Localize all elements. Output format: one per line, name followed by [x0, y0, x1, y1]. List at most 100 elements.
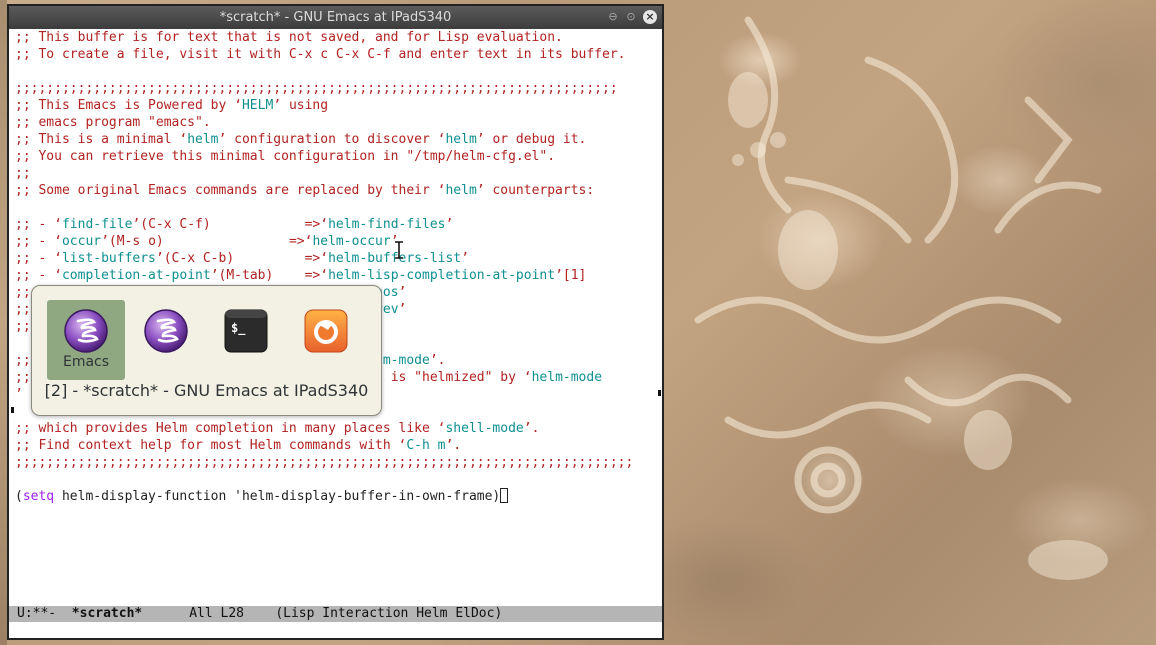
buffer-line: ;; Some original Emacs commands are repl… [15, 182, 658, 199]
wallpaper-edge [0, 0, 7, 645]
helm-keyword: helm-lisp-completion-at-point [328, 268, 556, 283]
lisp-keyword: setq [22, 489, 55, 504]
window-title: *scratch* - GNU Emacs at IPadS340 [219, 10, 452, 25]
buffer-line: ;;;;;;;;;;;;;;;;;;;;;;;;;;;;;;;;;;;;;;;;… [15, 454, 658, 471]
truncation-fringe-marker [658, 390, 661, 396]
buffer-text: ’(M-tab) =>‘ [210, 268, 329, 283]
buffer-text: ’ [398, 285, 407, 300]
modeline-modes: (Lisp Interaction Helm ElDoc) [275, 606, 503, 621]
buffer-text: ’ [398, 302, 407, 317]
buffer-text: ;; This Emacs is Powered by ‘ [15, 98, 242, 113]
buffer-text: ;; To create a file, visit it with C-x c… [15, 47, 626, 62]
switcher-app-emacs-2[interactable] [127, 300, 205, 380]
buffer-line: ;; [15, 165, 658, 182]
buffer-text: ;; This is a minimal ‘ [15, 132, 188, 147]
helm-keyword: HELM [241, 98, 274, 113]
buffer-text: ’ [15, 387, 23, 402]
buffer-text: ’(M-s o) =>‘ [101, 234, 313, 249]
window-titlebar[interactable]: *scratch* - GNU Emacs at IPadS340 ⊖ ⊙ × [9, 6, 662, 29]
buffer-text: helm-display-function 'helm-display-buff… [54, 489, 501, 504]
svg-text:$_: $_ [231, 321, 246, 336]
buffer-text: ’ is "helmized" by ‘ [375, 370, 532, 385]
buffer-text: ’ or debug it. [476, 132, 587, 147]
buffer-text: ’. [445, 438, 462, 453]
app-switcher-popup[interactable]: Emacs $_ [2] - *scratch* - GNU Emacs at … [31, 285, 382, 416]
buffer-line [15, 471, 658, 488]
modeline-position: All L28 [142, 606, 276, 621]
buffer-text: ;; which provides Helm completion in man… [15, 421, 446, 436]
buffer-line: ;;;;;;;;;;;;;;;;;;;;;;;;;;;;;;;;;;;;;;;;… [15, 80, 658, 97]
buffer-text: ;; - ‘ [15, 217, 62, 232]
helm-keyword: helm-occur [312, 234, 391, 249]
helm-keyword: list-buffers [61, 251, 156, 266]
switcher-app-firefox[interactable] [287, 300, 365, 380]
modeline-status: U:**- [17, 606, 72, 621]
minibuffer[interactable] [9, 622, 662, 638]
buffer-text: ( [15, 489, 23, 504]
buffer-text: ;; [15, 166, 31, 181]
buffer-line [15, 199, 658, 216]
helm-keyword: helm [187, 132, 219, 147]
buffer-line: ;; To create a file, visit it with C-x c… [15, 46, 658, 63]
switcher-app-label: Emacs [62, 354, 110, 370]
buffer-line: ;; emacs program "emacs". [15, 114, 658, 131]
buffer-text: ;;;;;;;;;;;;;;;;;;;;;;;;;;;;;;;;;;;;;;;;… [15, 81, 618, 96]
switcher-window-title: [2] - *scratch* - GNU Emacs at IPadS340 [44, 381, 369, 400]
emacs-icon [144, 309, 188, 353]
helm-keyword: occur [61, 234, 102, 249]
modeline-buffer-name: *scratch* [71, 606, 143, 621]
buffer-text: ’. [523, 421, 540, 436]
buffer-text: ’ counterparts: [476, 183, 595, 198]
buffer-line: ;; This is a minimal ‘helm’ configuratio… [15, 131, 658, 148]
petroglyph-art [694, 16, 1108, 580]
minimize-icon[interactable]: ⊖ [606, 10, 620, 24]
helm-keyword: helm-find-files [328, 217, 446, 232]
text-cursor [500, 488, 509, 503]
buffer-text: ;; - ‘ [15, 234, 62, 249]
buffer-text: ;; Some original Emacs commands are repl… [15, 183, 446, 198]
buffer-line: ;; You can retrieve this minimal configu… [15, 148, 658, 165]
buffer-line: (setq helm-display-function 'helm-displa… [15, 488, 658, 505]
buffer-text: ’ using [273, 98, 329, 113]
buffer-text: ;;;;;;;;;;;;;;;;;;;;;;;;;;;;;;;;;;;;;;;;… [15, 455, 634, 470]
firefox-icon [304, 309, 348, 353]
maximize-icon[interactable]: ⊙ [624, 10, 638, 24]
helm-keyword: shell-mode [445, 421, 524, 436]
buffer-text: ’[1] [555, 268, 587, 283]
buffer-text: ;; - ‘ [15, 268, 62, 283]
buffer-text: ;; emacs program "emacs". [15, 115, 211, 130]
helm-keyword: helm-mode [531, 370, 603, 385]
helm-keyword: helm [445, 183, 477, 198]
helm-keyword: C-h m [406, 438, 446, 453]
mode-line: U:**- *scratch* All L28 (Lisp Interactio… [9, 606, 662, 622]
buffer-text: ;; Find context help for most Helm comma… [15, 438, 407, 453]
buffer-line: ;; - ‘occur’(M-s o) =>‘helm-occur’ [15, 233, 658, 250]
buffer-line: ;; - ‘completion-at-point’(M-tab) =>‘hel… [15, 267, 658, 284]
close-icon[interactable]: × [643, 10, 657, 24]
buffer-text: ’(C-x C-f) =>‘ [132, 217, 329, 232]
buffer-line: ;; This Emacs is Powered by ‘HELM’ using [15, 97, 658, 114]
mouse-ibeam-cursor-icon [395, 241, 403, 259]
buffer-line: ;; which provides Helm completion in man… [15, 420, 658, 437]
helm-keyword: completion-at-point [61, 268, 211, 283]
switcher-app-terminal[interactable]: $_ [207, 300, 285, 380]
switcher-app-emacs[interactable]: Emacs [47, 300, 125, 380]
buffer-text: ’(C-x C-b) =>‘ [155, 251, 329, 266]
buffer-line [15, 63, 658, 80]
buffer-line: ;; This buffer is for text that is not s… [15, 29, 658, 46]
emacs-icon [64, 309, 108, 353]
helm-keyword: find-file [61, 217, 133, 232]
buffer-text: ;; You can retrieve this minimal configu… [15, 149, 556, 164]
buffer-text: ’ [461, 251, 469, 266]
continuation-fringe-marker [11, 407, 14, 413]
buffer-text: ;; - ‘ [15, 251, 62, 266]
buffer-text: ’ configuration to discover ‘ [218, 132, 446, 147]
buffer-line: ;; Find context help for most Helm comma… [15, 437, 658, 454]
helm-keyword: helm [445, 132, 477, 147]
terminal-icon: $_ [224, 309, 268, 353]
buffer-line: ;; - ‘find-file’(C-x C-f) =>‘helm-find-f… [15, 216, 658, 233]
buffer-text: ’ [445, 217, 454, 232]
buffer-line: ;; - ‘list-buffers’(C-x C-b) =>‘helm-buf… [15, 250, 658, 267]
buffer-text: ’. [429, 353, 446, 368]
buffer-text: ;; This buffer is for text that is not s… [15, 30, 563, 45]
